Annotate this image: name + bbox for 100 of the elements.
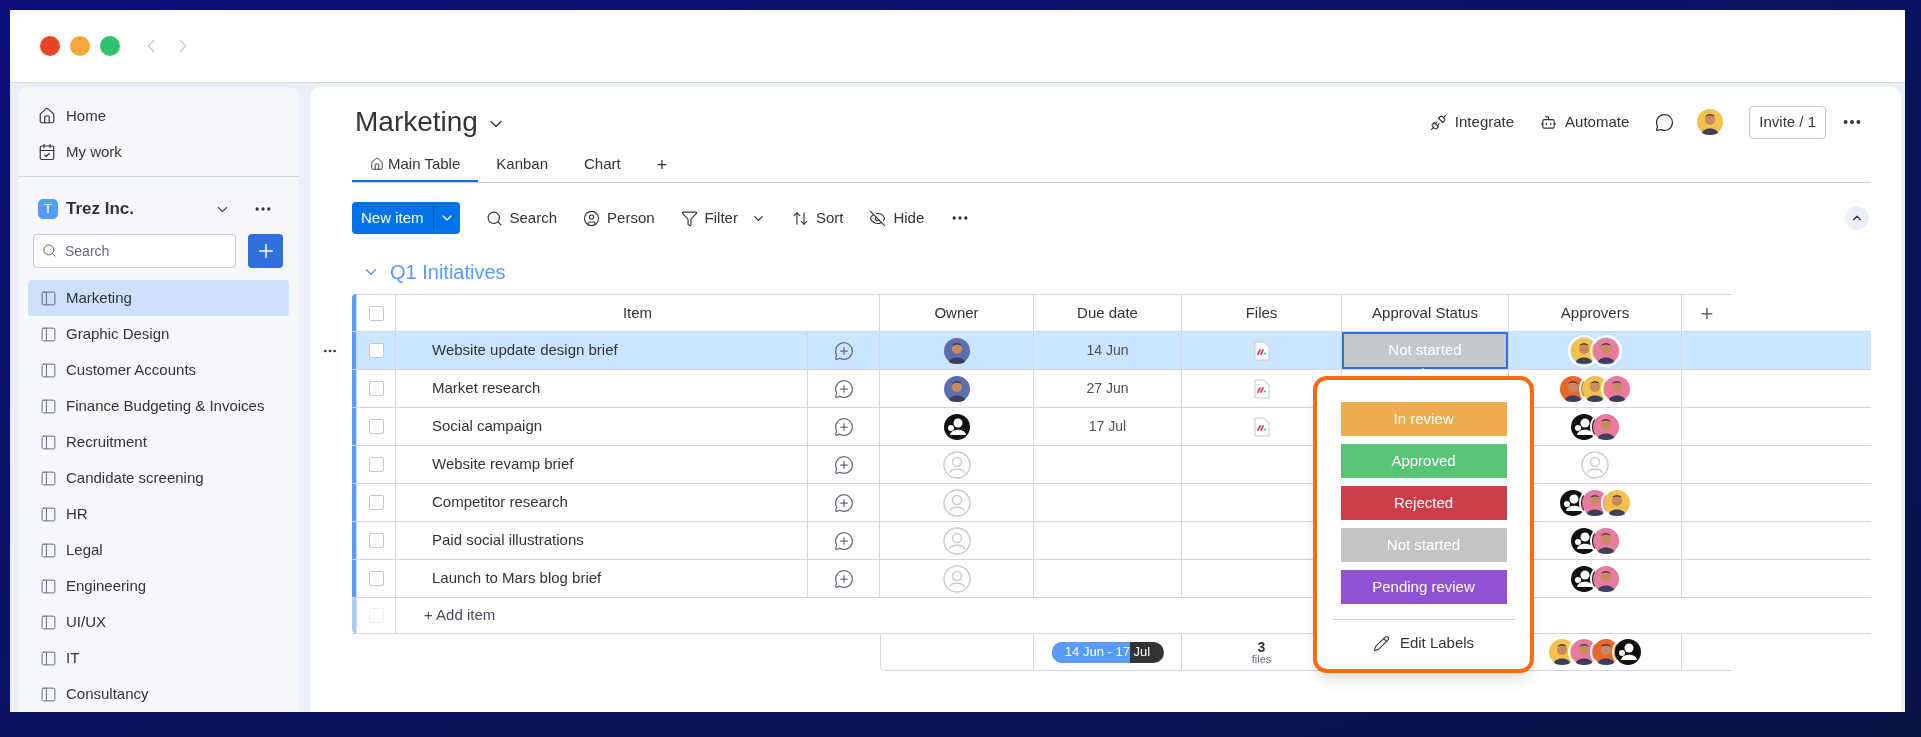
item-name[interactable]: Launch to Mars blog brief xyxy=(432,567,602,590)
file-icon[interactable] xyxy=(1253,416,1270,437)
toolbar-button[interactable]: Person xyxy=(583,206,655,230)
due-date[interactable]: 27 Jun xyxy=(1086,378,1129,399)
person-icon xyxy=(583,209,601,227)
board-icon xyxy=(40,325,57,343)
close-button[interactable] xyxy=(40,36,60,56)
plug-icon xyxy=(1429,113,1447,131)
group-avatar-icon xyxy=(942,412,971,441)
board-item[interactable]: HR xyxy=(28,496,289,532)
column-header: Approvers xyxy=(1560,302,1630,323)
edit-labels-button[interactable]: Edit Labels xyxy=(1372,632,1475,655)
board-icon xyxy=(40,361,57,379)
new-item-button[interactable]: New item xyxy=(352,202,460,234)
board-icon xyxy=(40,505,57,523)
board-icon xyxy=(40,613,57,631)
checkbox[interactable] xyxy=(368,343,384,358)
toolbar-button[interactable]: Sort xyxy=(791,206,844,230)
search-field[interactable]: Search xyxy=(33,234,236,268)
add-update-icon[interactable] xyxy=(833,492,854,513)
add-update-icon[interactable] xyxy=(833,416,854,437)
board-icon xyxy=(40,397,57,415)
view-tab[interactable]: Main Table xyxy=(352,148,479,182)
item-name[interactable]: Social campaign xyxy=(432,415,543,438)
maximize-button[interactable] xyxy=(100,36,120,56)
toolbar-button[interactable]: Filter xyxy=(680,206,766,230)
board-item[interactable]: Recruitment xyxy=(28,424,289,460)
board-item[interactable]: Candidate screening xyxy=(28,460,289,496)
add-column-button[interactable]: + xyxy=(1700,296,1714,330)
checkbox[interactable] xyxy=(368,419,384,434)
item-name[interactable]: Website revamp brief xyxy=(432,453,574,476)
nav-item[interactable]: My work xyxy=(34,138,283,166)
board-item[interactable]: IT xyxy=(28,640,289,676)
header-action[interactable]: Automate xyxy=(1540,110,1630,134)
view-tab[interactable]: Kanban xyxy=(478,148,566,182)
robot-icon xyxy=(1540,113,1558,131)
item-name[interactable]: Website update design brief xyxy=(432,339,618,362)
workspace-badge: T xyxy=(38,199,58,219)
collapse-button[interactable] xyxy=(1845,206,1869,230)
item-name[interactable]: Market research xyxy=(432,377,541,400)
column-header: Files xyxy=(1245,302,1278,323)
checkbox[interactable] xyxy=(368,571,384,586)
pencil-icon xyxy=(1372,634,1390,652)
view-tab[interactable]: Chart xyxy=(566,148,639,182)
board-item[interactable]: Customer Accounts xyxy=(28,352,289,388)
board-item[interactable]: Consultancy xyxy=(28,676,289,712)
file-icon[interactable] xyxy=(1253,340,1270,361)
item-name[interactable]: Competitor research xyxy=(432,491,568,514)
add-update-icon[interactable] xyxy=(833,340,854,361)
empty-avatar-icon xyxy=(942,450,971,479)
files-count: 3 xyxy=(1257,639,1266,654)
date-range-bar: 14 Jun - 17 Jul xyxy=(1051,641,1164,663)
checkbox[interactable] xyxy=(368,457,384,472)
chat-icon[interactable] xyxy=(1655,112,1675,132)
add-item-button[interactable]: + Add item xyxy=(424,604,496,627)
add-update-icon[interactable] xyxy=(833,530,854,551)
empty-avatar-icon xyxy=(1581,450,1609,479)
board-item[interactable]: Graphic Design xyxy=(28,316,289,352)
board-icon xyxy=(40,649,57,667)
column-header: Item xyxy=(622,302,653,323)
due-date[interactable]: 14 Jun xyxy=(1086,340,1129,361)
checkbox[interactable] xyxy=(368,533,384,548)
add-update-icon[interactable] xyxy=(833,454,854,475)
column-header: Owner xyxy=(934,302,979,323)
item-name[interactable]: Paid social illustrations xyxy=(432,529,584,552)
board-item[interactable]: UI/UX xyxy=(28,604,289,640)
board-item[interactable]: Engineering xyxy=(28,568,289,604)
filter-icon xyxy=(680,209,698,227)
checkbox[interactable] xyxy=(368,495,384,510)
toolbar-button[interactable]: Search xyxy=(485,206,558,230)
checkbox[interactable] xyxy=(368,305,384,321)
board-icon xyxy=(40,469,57,487)
board-item[interactable]: Finance Budgeting & Invoices xyxy=(28,388,289,424)
header-action[interactable]: Integrate xyxy=(1429,110,1515,134)
search-icon xyxy=(485,209,503,227)
toolbar-button[interactable]: Hide xyxy=(869,206,925,230)
checkbox[interactable] xyxy=(368,381,384,396)
invite-button[interactable]: Invite / 1 xyxy=(1749,105,1826,139)
file-icon[interactable] xyxy=(1253,378,1270,399)
status-option[interactable]: Pending review xyxy=(1340,570,1507,604)
board-icon xyxy=(40,541,57,559)
add-button[interactable] xyxy=(248,234,283,268)
column-header: Due date xyxy=(1077,302,1138,323)
home-icon xyxy=(38,107,56,125)
board-item[interactable]: Marketing xyxy=(28,280,289,316)
add-update-icon[interactable] xyxy=(833,568,854,589)
group-avatar-icon xyxy=(1614,638,1642,666)
empty-avatar-icon xyxy=(942,488,971,517)
minimize-button[interactable] xyxy=(70,36,90,56)
nav-item[interactable]: Home xyxy=(34,102,283,130)
board-icon xyxy=(40,577,57,595)
add-update-icon[interactable] xyxy=(833,378,854,399)
workspace-name[interactable]: Trez Inc. xyxy=(66,196,214,222)
due-date[interactable]: 17 Jul xyxy=(1088,416,1127,437)
files-label: files xyxy=(1251,653,1272,665)
status-option[interactable]: Rejected xyxy=(1340,486,1507,520)
board-item[interactable]: Legal xyxy=(28,532,289,568)
add-view-button[interactable]: + xyxy=(638,148,686,182)
board-icon xyxy=(40,289,57,307)
board-icon xyxy=(40,685,57,703)
